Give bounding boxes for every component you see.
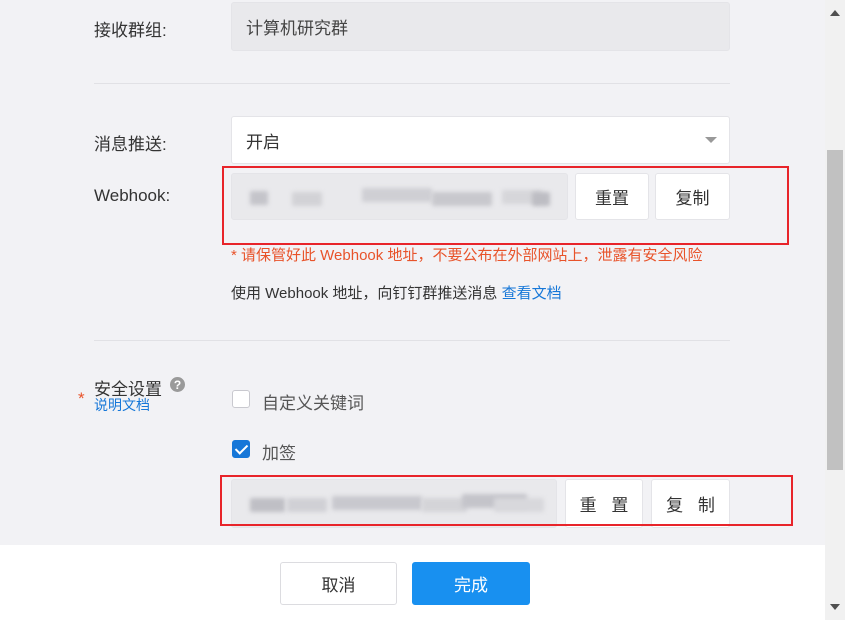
divider	[94, 340, 730, 341]
masked-text	[332, 496, 422, 510]
chevron-down-icon	[705, 137, 717, 143]
group-label: 接收群组:	[94, 21, 167, 40]
scroll-down-icon[interactable]	[830, 604, 840, 610]
required-mark: *	[78, 389, 85, 408]
masked-text	[422, 498, 467, 512]
masked-text	[287, 498, 327, 512]
robot-settings-panel: 接收群组: 计算机研究群 消息推送: 开启 Webhook: 重置 复制 * 请…	[0, 0, 825, 545]
webhook-label: Webhook:	[94, 186, 171, 205]
masked-text	[432, 192, 492, 206]
done-button[interactable]: 完成	[412, 562, 530, 605]
view-docs-link[interactable]: 查看文档	[502, 285, 562, 302]
secret-reset-button[interactable]: 重 置	[565, 479, 643, 528]
masked-text	[362, 188, 432, 202]
masked-text	[250, 498, 285, 512]
masked-text	[532, 192, 550, 206]
group-field: 计算机研究群	[231, 2, 730, 51]
push-label: 消息推送:	[94, 135, 167, 154]
masked-text	[250, 191, 268, 205]
secret-field[interactable]	[231, 479, 557, 528]
webhook-info-text: 使用 Webhook 地址，向钉钉群推送消息	[231, 285, 498, 302]
group-value: 计算机研究群	[246, 19, 348, 38]
webhook-warning: * 请保管好此 Webhook 地址，不要公布在外部网站上，泄露有安全风险	[231, 247, 703, 264]
divider	[94, 83, 730, 84]
question-circle-icon[interactable]: ?	[170, 377, 185, 392]
dialog-footer: 取消 完成	[0, 545, 825, 620]
masked-text	[292, 192, 322, 206]
sign-checkbox-label[interactable]: 加签	[262, 439, 296, 464]
cancel-button[interactable]: 取消	[280, 562, 397, 605]
sign-checkbox[interactable]	[232, 440, 250, 458]
push-select-value: 开启	[246, 132, 280, 152]
webhook-copy-button[interactable]: 复制	[655, 173, 730, 220]
keyword-checkbox-label[interactable]: 自定义关键词	[262, 389, 364, 414]
security-doc-link[interactable]: 说明文档	[94, 395, 150, 415]
masked-text	[494, 498, 544, 512]
webhook-info: 使用 Webhook 地址，向钉钉群推送消息 查看文档	[231, 282, 562, 303]
webhook-url-field[interactable]	[231, 173, 568, 220]
keyword-checkbox[interactable]	[232, 390, 250, 408]
scroll-up-icon[interactable]	[830, 10, 840, 16]
scrollbar-thumb[interactable]	[827, 150, 843, 470]
push-select[interactable]: 开启	[231, 116, 730, 164]
webhook-reset-button[interactable]: 重置	[575, 173, 649, 220]
secret-copy-button[interactable]: 复 制	[651, 479, 730, 528]
